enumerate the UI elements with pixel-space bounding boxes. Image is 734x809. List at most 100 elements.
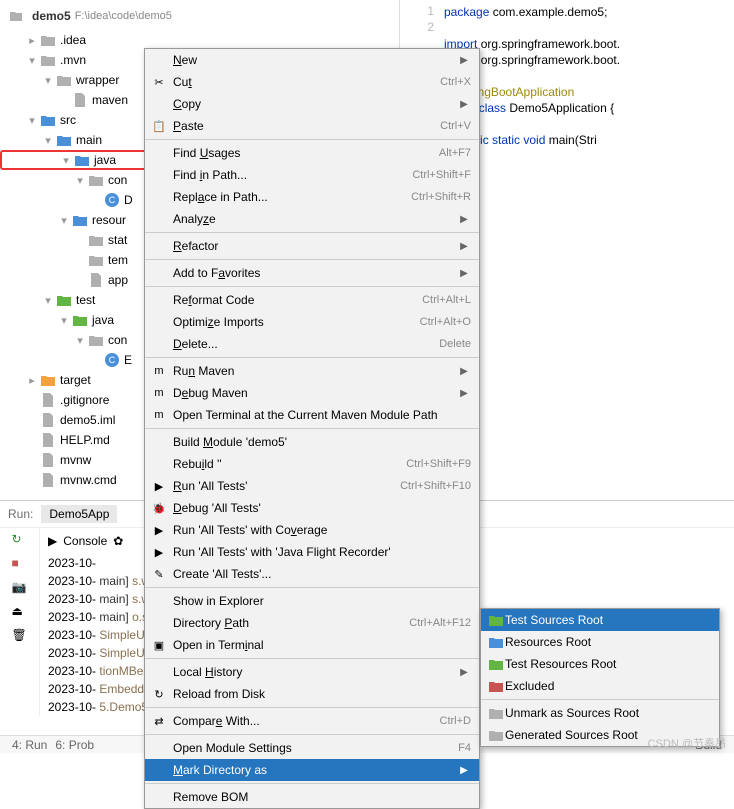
submenu-label: Unmark as Sources Root xyxy=(505,706,639,720)
menu-item[interactable]: ✂CutCtrl+X xyxy=(145,71,479,93)
submenu-item[interactable]: Test Resources Root xyxy=(481,653,719,675)
endpoints-icon[interactable]: ✿ xyxy=(113,532,123,550)
menu-item[interactable]: Copy▶ xyxy=(145,93,479,115)
expand-arrow[interactable]: ▾ xyxy=(72,174,88,187)
menu-label: Run 'All Tests' with 'Java Flight Record… xyxy=(169,545,471,559)
menu-item[interactable]: mDebug Maven▶ xyxy=(145,382,479,404)
menu-item[interactable]: ▶Run 'All Tests'Ctrl+Shift+F10 xyxy=(145,475,479,497)
menu-item[interactable]: ▣Open in Terminal xyxy=(145,634,479,656)
menu-label: Directory Path xyxy=(169,616,401,630)
tab-run[interactable]: 4: Run xyxy=(12,738,47,752)
submenu-item[interactable]: Test Sources Root xyxy=(481,609,719,631)
expand-arrow[interactable]: ▾ xyxy=(40,74,56,87)
tree-label: resour xyxy=(92,213,126,227)
menu-label: Mark Directory as xyxy=(169,763,457,777)
run-tab-name[interactable]: Demo5App xyxy=(41,505,117,523)
menu-item[interactable]: ↻Reload from Disk xyxy=(145,683,479,705)
editor-code[interactable]: package com.example.demo5; import org.sp… xyxy=(444,4,734,180)
menu-item[interactable]: Find in Path...Ctrl+Shift+F xyxy=(145,164,479,186)
menu-icon: ↻ xyxy=(149,688,169,701)
folder-icon xyxy=(40,372,56,388)
expand-arrow[interactable]: ▾ xyxy=(72,334,88,347)
trash-icon[interactable]: 🗑 xyxy=(12,628,28,644)
file-icon xyxy=(88,272,104,288)
folder-icon xyxy=(74,152,90,168)
menu-label: Run 'All Tests' with Coverage xyxy=(169,523,471,537)
menu-label: Delete... xyxy=(169,337,431,351)
tree-label: mvnw.cmd xyxy=(60,473,117,487)
menu-item[interactable]: Optimize ImportsCtrl+Alt+O xyxy=(145,311,479,333)
menu-item[interactable]: Build Module 'demo5' xyxy=(145,431,479,453)
expand-arrow[interactable]: ▾ xyxy=(58,154,74,167)
context-menu[interactable]: New▶✂CutCtrl+XCopy▶📋PasteCtrl+VFind Usag… xyxy=(144,48,480,809)
menu-item[interactable]: mRun Maven▶ xyxy=(145,360,479,382)
tree-label: .mvn xyxy=(60,53,86,67)
menu-label: New xyxy=(169,53,457,67)
submenu-item[interactable]: Resources Root xyxy=(481,631,719,653)
tree-node-.idea[interactable]: ▸ .idea xyxy=(0,30,399,50)
expand-arrow[interactable]: ▸ xyxy=(24,34,40,47)
folder-icon xyxy=(40,112,56,128)
menu-icon: ⇄ xyxy=(149,715,169,728)
folder-icon xyxy=(487,707,505,719)
rerun-icon[interactable]: ↻ xyxy=(12,532,28,548)
menu-item[interactable]: ▶Run 'All Tests' with 'Java Flight Recor… xyxy=(145,541,479,563)
menu-item[interactable]: Open Module SettingsF4 xyxy=(145,737,479,759)
expand-arrow[interactable]: ▾ xyxy=(40,294,56,307)
expand-arrow[interactable]: ▾ xyxy=(40,134,56,147)
menu-label: Open Terminal at the Current Maven Modul… xyxy=(169,408,471,422)
menu-shortcut: Ctrl+Alt+F12 xyxy=(409,617,471,629)
menu-item[interactable]: Directory Path Ctrl+Alt+F12 xyxy=(145,612,479,634)
menu-item[interactable]: Delete...Delete xyxy=(145,333,479,355)
folder-icon xyxy=(56,132,72,148)
menu-shortcut: Ctrl+V xyxy=(440,120,471,132)
tree-label: main xyxy=(76,133,102,147)
exit-icon[interactable]: ⏏ xyxy=(12,604,28,620)
menu-item[interactable]: Find UsagesAlt+F7 xyxy=(145,142,479,164)
stop-icon[interactable]: ■ xyxy=(12,556,28,572)
menu-item[interactable]: mOpen Terminal at the Current Maven Modu… xyxy=(145,404,479,426)
menu-item[interactable]: 📋PasteCtrl+V xyxy=(145,115,479,137)
console-tab-label[interactable]: Console xyxy=(63,532,107,550)
menu-item[interactable]: Analyze▶ xyxy=(145,208,479,230)
expand-arrow[interactable]: ▾ xyxy=(56,214,72,227)
expand-arrow[interactable]: ▾ xyxy=(56,314,72,327)
menu-shortcut: Ctrl+Shift+F xyxy=(412,169,471,181)
menu-item[interactable]: Add to Favorites▶ xyxy=(145,262,479,284)
submenu-item[interactable]: Excluded xyxy=(481,675,719,697)
folder-icon xyxy=(487,680,505,692)
submenu-label: Generated Sources Root xyxy=(505,728,638,742)
menu-label: Create 'All Tests'... xyxy=(169,567,471,581)
menu-item[interactable]: Mark Directory as▶ xyxy=(145,759,479,781)
expand-arrow[interactable]: ▾ xyxy=(24,114,40,127)
expand-arrow[interactable]: ▾ xyxy=(24,54,40,67)
menu-label: Cut xyxy=(169,75,432,89)
menu-label: Remove BOM xyxy=(169,790,471,804)
menu-shortcut: Ctrl+Alt+L xyxy=(422,294,471,306)
camera-icon[interactable]: 📷 xyxy=(12,580,28,596)
tree-label: .idea xyxy=(60,33,86,47)
folder-icon xyxy=(56,72,72,88)
submenu-arrow-icon: ▶ xyxy=(457,99,471,110)
mark-directory-submenu[interactable]: Test Sources RootResources RootTest Reso… xyxy=(480,608,720,747)
menu-item[interactable]: 🐞Debug 'All Tests' xyxy=(145,497,479,519)
menu-item[interactable]: Refactor▶ xyxy=(145,235,479,257)
folder-icon xyxy=(40,52,56,68)
menu-icon: ✎ xyxy=(149,568,169,581)
submenu-item[interactable]: Unmark as Sources Root xyxy=(481,702,719,724)
menu-item[interactable]: Local History▶ xyxy=(145,661,479,683)
menu-shortcut: Ctrl+Alt+O xyxy=(420,316,471,328)
expand-arrow[interactable]: ▸ xyxy=(24,374,40,387)
menu-item[interactable]: Rebuild ''Ctrl+Shift+F9 xyxy=(145,453,479,475)
menu-item[interactable]: New▶ xyxy=(145,49,479,71)
menu-item[interactable]: Replace in Path...Ctrl+Shift+R xyxy=(145,186,479,208)
tab-problems[interactable]: 6: Prob xyxy=(55,738,94,752)
menu-icon: ✂ xyxy=(149,76,169,89)
menu-item[interactable]: Show in Explorer xyxy=(145,590,479,612)
menu-item[interactable]: Remove BOM xyxy=(145,786,479,808)
menu-item[interactable]: ✎Create 'All Tests'... xyxy=(145,563,479,585)
menu-item[interactable]: ▶Run 'All Tests' with Coverage xyxy=(145,519,479,541)
menu-item[interactable]: ⇄Compare With...Ctrl+D xyxy=(145,710,479,732)
menu-item[interactable]: Reformat CodeCtrl+Alt+L xyxy=(145,289,479,311)
tree-label: wrapper xyxy=(76,73,119,87)
